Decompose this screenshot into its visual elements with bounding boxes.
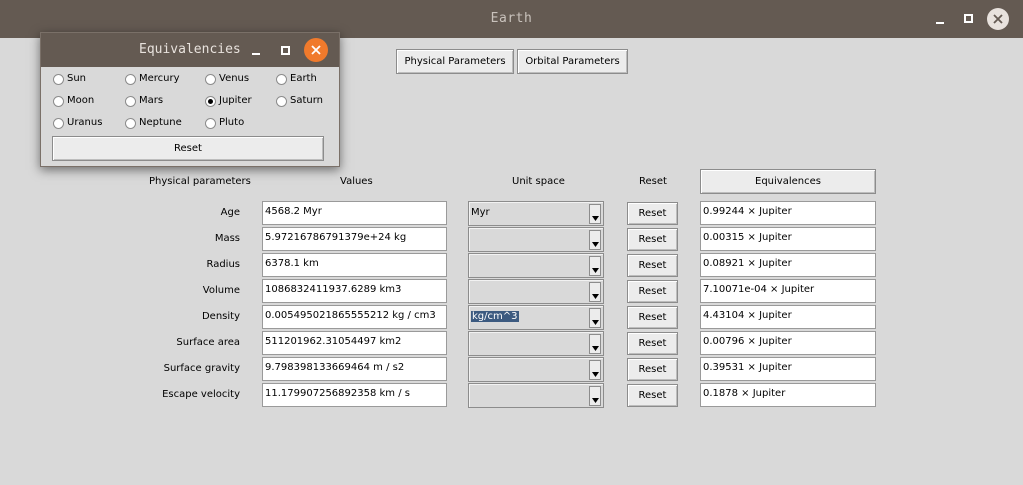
- dialog-close-button[interactable]: [304, 38, 328, 62]
- equivalence-value: 7.10071e-04 × Jupiter: [700, 279, 876, 303]
- equivalence-value: 0.08921 × Jupiter: [700, 253, 876, 277]
- dialog-title: Equivalencies: [139, 42, 241, 57]
- radio-label: Pluto: [219, 117, 245, 128]
- radio-label: Venus: [219, 73, 250, 84]
- radio-label: Saturn: [290, 95, 324, 106]
- param-value-input[interactable]: 0.005495021865555212 kg / cm3: [262, 305, 447, 329]
- radio-label: Earth: [290, 73, 317, 84]
- dialog-titlebar: Equivalencies: [41, 33, 339, 67]
- physical-parameters-button[interactable]: Physical Parameters: [396, 49, 514, 74]
- dialog-close-icon: [311, 45, 321, 55]
- param-label: Surface area: [176, 337, 240, 348]
- unit-select[interactable]: Myr: [468, 201, 604, 226]
- radio-circle-icon: [205, 118, 216, 129]
- dropdown-arrow-icon[interactable]: [589, 204, 601, 224]
- dropdown-arrow-icon[interactable]: [589, 334, 601, 354]
- maximize-button[interactable]: [958, 8, 980, 30]
- unit-select[interactable]: [468, 253, 604, 278]
- minimize-icon: [936, 22, 944, 24]
- radio-label: Neptune: [139, 117, 182, 128]
- dropdown-arrow-icon[interactable]: [589, 282, 601, 302]
- dropdown-arrow-icon[interactable]: [589, 256, 601, 276]
- param-value-input[interactable]: 9.798398133669464 m / s2: [262, 357, 447, 381]
- window-title: Earth: [490, 11, 533, 26]
- equivalence-value: 0.99244 × Jupiter: [700, 201, 876, 225]
- minimize-button[interactable]: [929, 8, 951, 30]
- dropdown-arrow-icon[interactable]: [589, 360, 601, 380]
- param-value-input[interactable]: 1086832411937.6289 km3: [262, 279, 447, 303]
- equivalence-value: 0.00796 × Jupiter: [700, 331, 876, 355]
- unit-select[interactable]: kg/cm^3: [468, 305, 604, 330]
- param-label: Age: [220, 207, 240, 218]
- row-reset-button[interactable]: Reset: [627, 202, 678, 225]
- row-reset-button[interactable]: Reset: [627, 306, 678, 329]
- radio-circle-icon: [125, 74, 136, 85]
- dialog-reset-button[interactable]: Reset: [52, 136, 324, 161]
- param-value-input[interactable]: 511201962.31054497 km2: [262, 331, 447, 355]
- header-values: Values: [340, 176, 373, 187]
- param-value-input[interactable]: 11.179907256892358 km / s: [262, 383, 447, 407]
- maximize-icon: [964, 14, 973, 23]
- radio-label: Moon: [67, 95, 95, 106]
- row-reset-button[interactable]: Reset: [627, 280, 678, 303]
- radio-label: Mars: [139, 95, 164, 106]
- radio-label: Sun: [67, 73, 87, 84]
- unit-select[interactable]: [468, 331, 604, 356]
- row-reset-button[interactable]: Reset: [627, 332, 678, 355]
- unit-select-value: Myr: [471, 207, 490, 218]
- unit-select[interactable]: [468, 383, 604, 408]
- radio-circle-icon: [53, 118, 64, 129]
- header-physical-parameters: Physical parameters: [149, 176, 251, 187]
- dropdown-arrow-icon[interactable]: [589, 308, 601, 328]
- unit-select[interactable]: [468, 227, 604, 252]
- equivalences-button[interactable]: Equivalences: [700, 169, 876, 194]
- unit-select[interactable]: [468, 357, 604, 382]
- equivalence-value: 4.43104 × Jupiter: [700, 305, 876, 329]
- param-label: Radius: [206, 259, 240, 270]
- equivalence-value: 0.00315 × Jupiter: [700, 227, 876, 251]
- param-value-input[interactable]: 4568.2 Myr: [262, 201, 447, 225]
- param-label: Volume: [202, 285, 240, 296]
- dialog-minimize-icon[interactable]: [252, 53, 260, 55]
- row-reset-button[interactable]: Reset: [627, 228, 678, 251]
- close-button[interactable]: [987, 8, 1009, 30]
- row-reset-button[interactable]: Reset: [627, 358, 678, 381]
- unit-select-value: kg/cm^3: [471, 311, 519, 322]
- row-reset-button[interactable]: Reset: [627, 254, 678, 277]
- close-icon: [993, 14, 1003, 24]
- radio-label: Jupiter: [219, 95, 252, 106]
- radio-circle-icon: [125, 96, 136, 107]
- radio-circle-icon: [53, 74, 64, 85]
- equivalence-value: 0.39531 × Jupiter: [700, 357, 876, 381]
- radio-label: Uranus: [67, 117, 103, 128]
- param-value-input[interactable]: 6378.1 km: [262, 253, 447, 277]
- param-label: Mass: [214, 233, 240, 244]
- dropdown-arrow-icon[interactable]: [589, 386, 601, 406]
- unit-select[interactable]: [468, 279, 604, 304]
- radio-circle-icon: [53, 96, 64, 107]
- param-value-input[interactable]: 5.97216786791379e+24 kg: [262, 227, 447, 251]
- header-reset: Reset: [639, 176, 667, 187]
- radio-circle-icon: [276, 74, 287, 85]
- param-label: Surface gravity: [163, 363, 240, 374]
- equivalencies-dialog: Equivalencies Sun Mercury Venus Earth Moon Ma…: [40, 32, 340, 167]
- header-unit-space: Unit space: [512, 176, 565, 187]
- radio-label: Mercury: [139, 73, 180, 84]
- radio-circle-icon: [205, 96, 216, 107]
- radio-circle-icon: [276, 96, 287, 107]
- dialog-maximize-icon[interactable]: [281, 46, 290, 55]
- equivalence-value: 0.1878 × Jupiter: [700, 383, 876, 407]
- param-label: Density: [201, 311, 240, 322]
- row-reset-button[interactable]: Reset: [627, 384, 678, 407]
- dropdown-arrow-icon[interactable]: [589, 230, 601, 250]
- orbital-parameters-button[interactable]: Orbital Parameters: [517, 49, 628, 74]
- param-label: Escape velocity: [162, 389, 240, 400]
- radio-circle-icon: [125, 118, 136, 129]
- radio-circle-icon: [205, 74, 216, 85]
